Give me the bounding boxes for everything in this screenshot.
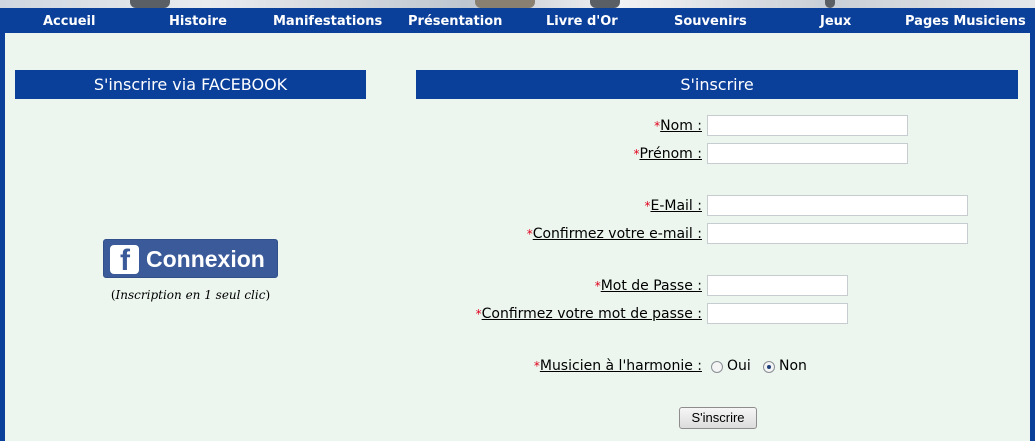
facebook-note: (Inscription en 1 seul clic) <box>15 288 366 302</box>
email-label-text: E-Mail : <box>650 198 702 214</box>
facebook-icon: f <box>110 245 139 274</box>
email-confirm-label-text: Confirmez votre e-mail : <box>532 226 702 242</box>
email-confirm-field[interactable] <box>707 223 968 244</box>
nav-item-histoire[interactable]: Histoire <box>169 14 227 29</box>
main-nav: Accueil Histoire Manifestations Présenta… <box>0 8 1035 33</box>
radio-non[interactable] <box>763 361 775 373</box>
password-confirm-label: *Confirmez votre mot de passe : <box>476 306 702 322</box>
prenom-label-text: Prénom : <box>639 146 702 162</box>
nav-item-jeux[interactable]: Jeux <box>820 14 851 29</box>
facebook-button-label: Connexion <box>146 246 265 272</box>
nom-label: *Nom : <box>654 118 702 134</box>
nom-field[interactable] <box>707 115 908 136</box>
header-banner <box>0 0 1035 8</box>
prenom-field[interactable] <box>707 143 908 164</box>
radio-oui-label[interactable]: Oui <box>727 358 751 374</box>
banner-decoration <box>475 0 535 8</box>
musicien-label-text: Musicien à l'harmonie : <box>539 358 702 374</box>
nav-item-presentation[interactable]: Présentation <box>408 14 502 29</box>
facebook-connect-button[interactable]: f Connexion <box>103 239 278 278</box>
password-confirm-field[interactable] <box>707 303 848 324</box>
password-confirm-label-text: Confirmez votre mot de passe : <box>481 306 702 322</box>
radio-oui[interactable] <box>711 361 723 373</box>
password-label-text: Mot de Passe : <box>600 278 702 294</box>
nom-label-text: Nom : <box>660 118 702 134</box>
password-label: *Mot de Passe : <box>595 278 702 294</box>
nav-item-accueil[interactable]: Accueil <box>43 14 95 29</box>
banner-decoration <box>825 0 835 8</box>
banner-decoration <box>590 0 620 8</box>
signup-section-title: S'inscrire <box>416 70 1018 99</box>
password-field[interactable] <box>707 275 848 296</box>
nav-item-manifestations[interactable]: Manifestations <box>273 14 382 29</box>
email-confirm-label: *Confirmez votre e-mail : <box>527 226 702 242</box>
prenom-label: *Prénom : <box>633 146 702 162</box>
banner-decoration <box>130 0 170 8</box>
note-text: Inscription en 1 seul clic <box>115 288 266 302</box>
email-label: *E-Mail : <box>644 198 702 214</box>
facebook-section-title: S'inscrire via FACEBOOK <box>15 70 366 99</box>
note-paren-close: ) <box>265 288 271 302</box>
musicien-label: *Musicien à l'harmonie : <box>534 358 702 374</box>
signup-submit-button[interactable]: S'inscrire <box>679 407 757 429</box>
nav-item-pages-musiciens[interactable]: Pages Musiciens <box>905 14 1026 29</box>
content-area: S'inscrire via FACEBOOK f Connexion (Ins… <box>5 33 1030 441</box>
nav-item-souvenirs[interactable]: Souvenirs <box>674 14 747 29</box>
nav-item-livre-dor[interactable]: Livre d'Or <box>546 14 618 29</box>
radio-non-label[interactable]: Non <box>779 358 807 374</box>
facebook-icon-letter: f <box>120 245 130 275</box>
email-field[interactable] <box>707 195 968 216</box>
